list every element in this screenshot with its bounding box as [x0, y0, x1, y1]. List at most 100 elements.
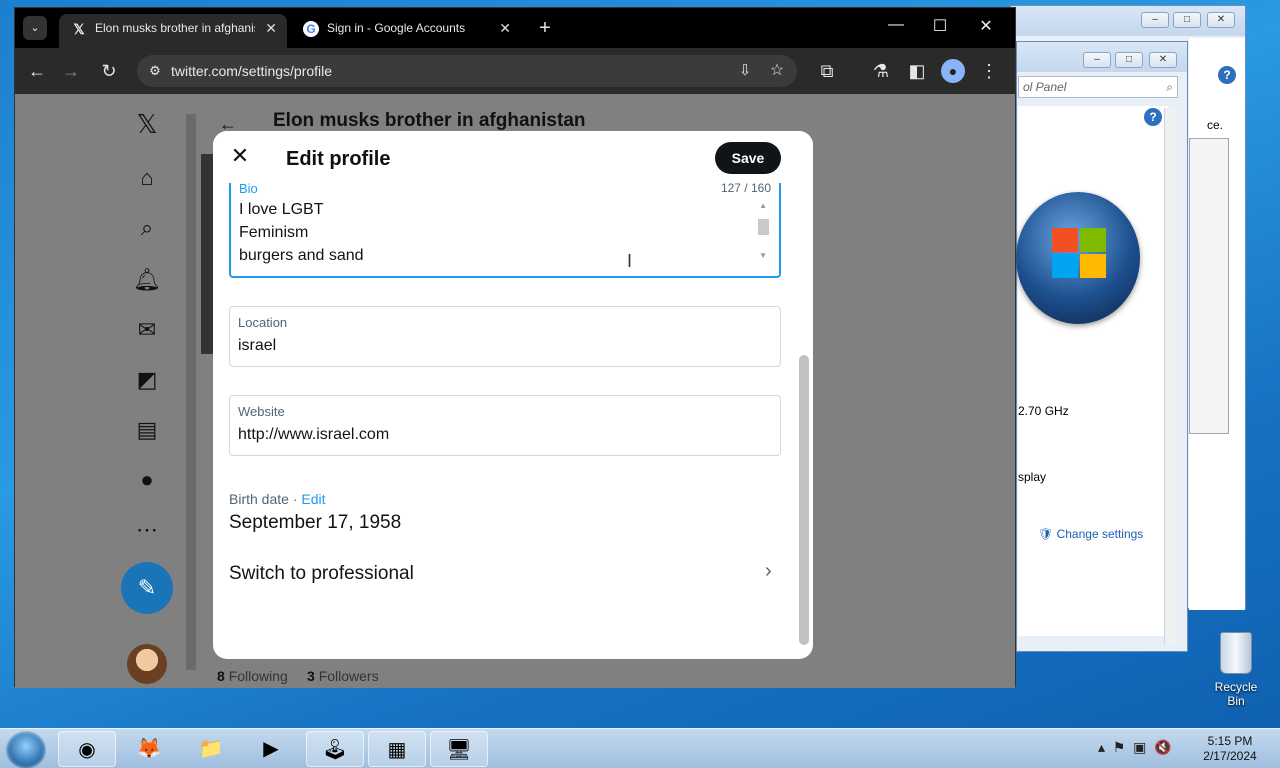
- bio-line: Feminism: [239, 224, 309, 241]
- minimize-button[interactable]: –: [1141, 12, 1169, 28]
- location-value: israel: [238, 337, 277, 354]
- tab-google-signin[interactable]: G Sign in - Google Accounts ✕: [291, 14, 521, 48]
- windows-logo: [1016, 192, 1140, 324]
- scrollbar[interactable]: [1189, 138, 1229, 434]
- site-info-icon[interactable]: ⚙: [143, 59, 167, 83]
- followers-count[interactable]: 3 Followers: [307, 668, 379, 684]
- birth-date-value: September 17, 1958: [229, 512, 402, 533]
- control-panel-body: [1018, 106, 1168, 636]
- menu-icon[interactable]: ⋮: [977, 59, 1001, 83]
- explore-search-icon[interactable]: ⌕: [133, 214, 161, 242]
- avatar[interactable]: [127, 644, 167, 684]
- x-logo-icon[interactable]: 𝕏: [133, 110, 161, 138]
- following-count[interactable]: 8 Following: [217, 668, 288, 684]
- system-tray[interactable]: ▴ ⚑ ▣ 🔇: [1098, 739, 1172, 756]
- save-button[interactable]: Save: [715, 142, 781, 174]
- extensions-icon[interactable]: ⧉: [815, 59, 839, 83]
- help-icon[interactable]: ?: [1218, 66, 1236, 84]
- home-icon[interactable]: ⌂: [133, 164, 161, 192]
- bio-line: I love LGBT: [239, 201, 324, 218]
- new-tab-icon[interactable]: +: [533, 16, 557, 40]
- taskbar-explorer-icon[interactable]: 📁: [182, 731, 240, 767]
- text-cursor-icon: I: [627, 251, 633, 271]
- tab-elon[interactable]: 𝕏 Elon musks brother in afghanistan ✕: [59, 14, 287, 48]
- display-text: splay: [1018, 470, 1047, 484]
- taskbar-edge-icon[interactable]: ◉: [58, 731, 116, 767]
- profile-header-title: Elon musks brother in afghanistan: [273, 110, 586, 131]
- notifications-bell-icon[interactable]: 🔔︎: [133, 266, 161, 294]
- chevron-right-icon[interactable]: ›: [765, 560, 772, 583]
- taskbar-media-player-icon[interactable]: ▶: [242, 731, 300, 767]
- profile-icon[interactable]: ●: [941, 59, 965, 83]
- switch-to-professional[interactable]: Switch to professional: [229, 563, 414, 585]
- clock-date: 2/17/2024: [1203, 749, 1257, 763]
- bio-line: burgers and sand: [239, 247, 364, 264]
- recycle-bin-label: Recycle Bin: [1214, 680, 1258, 708]
- modal-scrollbar[interactable]: [799, 355, 809, 645]
- maximize-button[interactable]: □: [1115, 52, 1143, 68]
- back-icon[interactable]: ←: [25, 59, 49, 83]
- close-tab-icon[interactable]: ✕: [265, 14, 277, 42]
- tab-title: Elon musks brother in afghanistan: [95, 21, 255, 35]
- recycle-bin[interactable]: Recycle Bin: [1206, 632, 1266, 708]
- close-icon[interactable]: ✕: [227, 143, 253, 169]
- maximize-button[interactable]: □: [1173, 12, 1201, 28]
- close-button[interactable]: ✕: [1149, 52, 1177, 68]
- more-icon[interactable]: ⋯: [133, 516, 161, 544]
- website-label: Website: [238, 404, 285, 419]
- taskbar-firefox-icon[interactable]: 🦊: [120, 731, 178, 767]
- sidebar-nav: 𝕏 ⌂ ⌕ 🔔︎ ✉ ◩ ▤ ● ⋯ ✎: [115, 94, 185, 688]
- taskbar-control-panel-icon[interactable]: ▦: [368, 731, 426, 767]
- taskbar: ◉ 🦊 📁 ▶ 🕹 ▦ 🖥 ▴ ⚑ ▣ 🔇 5:15 PM 2/17/2024: [0, 728, 1280, 768]
- url-text: twitter.com/settings/profile: [171, 63, 333, 79]
- location-field[interactable]: Location israel: [229, 306, 781, 367]
- website-field[interactable]: Website http://www.israel.com: [229, 395, 781, 456]
- tab-strip: ⌄ 𝕏 Elon musks brother in afghanistan ✕ …: [15, 8, 1015, 48]
- profile-person-icon[interactable]: ●: [133, 466, 161, 494]
- control-panel-search[interactable]: ol Panel ⌕: [1018, 76, 1178, 98]
- reload-icon[interactable]: ↻: [97, 59, 121, 83]
- page-scrollbar[interactable]: [186, 114, 196, 670]
- scroll-up-icon[interactable]: ▲: [759, 201, 767, 210]
- start-button[interactable]: [6, 731, 46, 768]
- birth-date-edit-link[interactable]: Edit: [301, 491, 325, 507]
- control-panel-scrollbar[interactable]: [1164, 108, 1178, 644]
- browser-toolbar: ← → ↻ ⚙ twitter.com/settings/profile ⇩ ☆…: [15, 48, 1015, 94]
- close-tab-icon[interactable]: ✕: [499, 14, 511, 42]
- labs-icon[interactable]: ⚗: [869, 59, 893, 83]
- help-icon[interactable]: ?: [1144, 108, 1162, 126]
- shield-icon: 🛡: [1038, 527, 1054, 541]
- change-settings-link[interactable]: 🛡 Change settings: [1038, 527, 1143, 541]
- taskbar-system-icon[interactable]: 🖥: [430, 731, 488, 767]
- address-bar[interactable]: ⚙ twitter.com/settings/profile ⇩ ☆: [137, 55, 797, 87]
- bio-textarea[interactable]: Bio 127 / 160 I love LGBT Feminism burge…: [229, 181, 781, 278]
- website-value: http://www.israel.com: [238, 426, 390, 443]
- close-button[interactable]: ✕: [1207, 12, 1235, 28]
- compose-post-button[interactable]: ✎: [121, 562, 173, 614]
- recycle-bin-icon: [1220, 632, 1252, 674]
- grok-icon[interactable]: ◩: [133, 366, 161, 394]
- minimize-icon[interactable]: —: [881, 16, 911, 34]
- taskbar-game-icon[interactable]: 🕹: [306, 731, 364, 767]
- close-window-icon[interactable]: ✕: [971, 16, 1001, 36]
- messages-mail-icon[interactable]: ✉: [133, 316, 161, 344]
- modal-header: ✕ Edit profile Save: [213, 131, 813, 183]
- install-icon[interactable]: ⇩: [733, 59, 757, 83]
- bookmark-star-icon[interactable]: ☆: [765, 59, 789, 83]
- bio-label: Bio: [239, 181, 258, 196]
- maximize-icon[interactable]: ☐: [925, 16, 955, 36]
- bio-scroll-thumb[interactable]: [758, 219, 769, 235]
- scroll-down-icon[interactable]: ▼: [759, 251, 767, 260]
- edit-profile-modal: ✕ Edit profile Save Bio 127 / 160 I love…: [213, 131, 813, 659]
- tab-search-icon[interactable]: ⌄: [23, 16, 47, 40]
- modal-title: Edit profile: [286, 148, 391, 170]
- tab-title: Sign in - Google Accounts: [327, 21, 466, 35]
- bio-char-counter: 127 / 160: [720, 181, 771, 195]
- lists-icon[interactable]: ▤: [133, 416, 161, 444]
- google-icon: G: [303, 21, 319, 37]
- side-panel-icon[interactable]: ◧: [905, 59, 929, 83]
- birth-date-label: Birth date · Edit: [229, 491, 326, 507]
- forward-icon[interactable]: →: [59, 59, 83, 83]
- clock[interactable]: 5:15 PM 2/17/2024: [1200, 734, 1260, 764]
- minimize-button[interactable]: –: [1083, 52, 1111, 68]
